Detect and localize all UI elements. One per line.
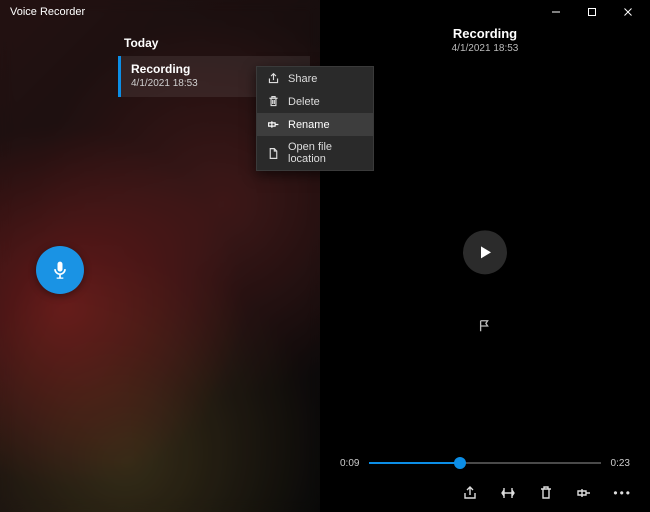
timeline: 0:09 0:23	[320, 456, 650, 476]
app-root: Voice Recorder Today Recording 4/1/2021 …	[0, 0, 650, 512]
trim-icon	[500, 485, 516, 501]
minimize-icon	[551, 7, 561, 17]
track-progress	[369, 462, 459, 464]
minimize-button[interactable]	[538, 0, 574, 24]
ctx-rename[interactable]: Rename	[257, 113, 373, 136]
microphone-icon	[50, 260, 70, 280]
close-icon	[623, 7, 633, 17]
ctx-share[interactable]: Share	[257, 67, 373, 90]
time-total: 0:23	[611, 458, 630, 469]
time-current: 0:09	[340, 458, 359, 469]
titlebar: Voice Recorder	[0, 0, 650, 24]
ctx-rename-label: Rename	[288, 119, 330, 131]
context-menu: Share Delete Rename Open file location	[256, 66, 374, 171]
share-button[interactable]	[461, 484, 479, 502]
seek-track[interactable]	[369, 456, 600, 470]
player-meta: 4/1/2021 18:53	[320, 43, 650, 54]
ctx-share-label: Share	[288, 73, 317, 85]
play-button[interactable]	[463, 230, 507, 274]
player-title: Recording	[320, 26, 650, 41]
more-button[interactable]: •••	[613, 486, 632, 500]
trim-button[interactable]	[499, 484, 517, 502]
delete-button[interactable]	[537, 484, 555, 502]
record-button[interactable]	[36, 246, 84, 294]
track-line	[369, 462, 600, 464]
maximize-icon	[587, 7, 597, 17]
share-icon	[462, 485, 478, 501]
section-header: Today	[0, 30, 320, 56]
close-button[interactable]	[610, 0, 646, 24]
ctx-open-label: Open file location	[288, 141, 363, 165]
seek-thumb[interactable]	[454, 457, 466, 469]
trash-icon	[538, 485, 554, 501]
rename-button[interactable]	[575, 484, 593, 502]
ctx-open-location[interactable]: Open file location	[257, 136, 373, 170]
trash-icon	[267, 95, 280, 108]
flag-icon	[478, 319, 492, 333]
ctx-delete-label: Delete	[288, 96, 320, 108]
play-icon	[477, 244, 493, 260]
file-icon	[267, 147, 280, 160]
rename-icon	[576, 485, 592, 501]
window-title: Voice Recorder	[10, 6, 85, 18]
ctx-delete[interactable]: Delete	[257, 90, 373, 113]
action-bar: •••	[320, 476, 650, 512]
share-icon	[267, 72, 280, 85]
rename-icon	[267, 118, 280, 131]
window-controls	[538, 0, 646, 24]
maximize-button[interactable]	[574, 0, 610, 24]
flag-marker[interactable]	[478, 319, 492, 338]
ellipsis-icon: •••	[613, 486, 632, 500]
